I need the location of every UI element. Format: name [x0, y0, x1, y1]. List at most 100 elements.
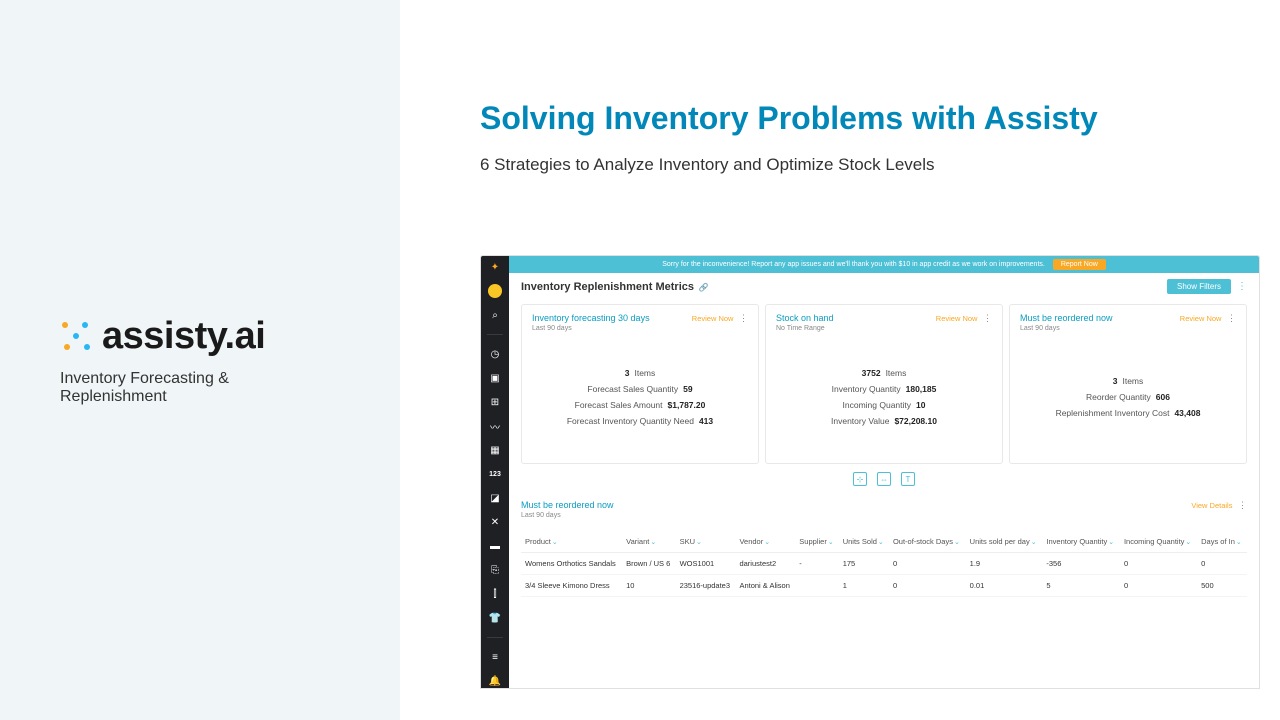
card-title: Stock on hand	[776, 313, 834, 323]
reorder-table-section: Must be reordered now Last 90 days View …	[509, 494, 1259, 603]
card-action-bar: ⊹ ⇔ T	[509, 470, 1259, 494]
stat-row: Forecast Sales Amount$1,787.20	[575, 400, 706, 410]
table-cell	[795, 575, 838, 597]
assisty-logo-icon	[60, 320, 92, 352]
metrics-cards-row: Inventory forecasting 30 days Last 90 da…	[509, 300, 1259, 470]
table-cell: Brown / US 6	[622, 553, 675, 575]
card-subtitle: Last 90 days	[532, 325, 650, 332]
bell-icon[interactable]: 🔔	[488, 674, 502, 688]
card-menu-icon[interactable]: ⋮	[983, 313, 992, 323]
table-cell: -356	[1042, 553, 1120, 575]
card-menu-icon[interactable]: ⋮	[739, 313, 748, 323]
column-header[interactable]: Vendor⌄	[735, 531, 795, 553]
brand-name: assisty.ai	[102, 315, 265, 358]
table-title: Must be reordered now	[521, 500, 614, 510]
column-header[interactable]: SKU⌄	[676, 531, 736, 553]
column-header[interactable]: Inventory Quantity⌄	[1042, 531, 1120, 553]
numbers-icon[interactable]: 123	[488, 467, 502, 481]
page-title: Inventory Replenishment Metrics	[521, 281, 694, 293]
tag-icon[interactable]: ◪	[488, 491, 502, 505]
table-cell: 3/4 Sleeve Kimono Dress	[521, 575, 622, 597]
table-cell: -	[795, 553, 838, 575]
library-icon[interactable]: ▣	[488, 371, 502, 385]
review-now-link[interactable]: Review Now	[936, 314, 978, 323]
review-now-link[interactable]: Review Now	[1180, 314, 1222, 323]
table-cell: 23516-update3	[676, 575, 736, 597]
stat-row: Inventory Value$72,208.10	[831, 416, 937, 426]
hero-left-panel: assisty.ai Inventory Forecasting & Reple…	[0, 0, 400, 720]
table-cell: 0	[1120, 575, 1197, 597]
sidebar-avatar[interactable]	[488, 284, 502, 298]
text-icon[interactable]: T	[901, 472, 915, 486]
review-now-link[interactable]: Review Now	[692, 314, 734, 323]
headline: Solving Inventory Problems with Assisty	[480, 100, 1260, 137]
chart-icon[interactable]: ✕	[488, 515, 502, 529]
table-cell: 0.01	[966, 575, 1043, 597]
adjust-icon[interactable]: ⊹	[853, 472, 867, 486]
export-icon[interactable]: ⎘	[488, 563, 502, 577]
table-cell: 0	[889, 575, 966, 597]
table-cell: dariustest2	[735, 553, 795, 575]
stat-row: 3Items	[625, 368, 656, 378]
subheadline: 6 Strategies to Analyze Inventory and Op…	[480, 155, 1260, 175]
table-cell: 500	[1197, 575, 1247, 597]
clock-icon[interactable]: ◷	[488, 347, 502, 361]
brand-logo: assisty.ai	[60, 315, 265, 358]
table-cell: 0	[1120, 553, 1197, 575]
table-cell: 175	[839, 553, 889, 575]
table-menu-icon[interactable]: ⋮	[1238, 500, 1247, 510]
link-icon[interactable]: 🔗	[699, 283, 709, 292]
table-cell: 1.9	[966, 553, 1043, 575]
stat-row: 3752Items	[862, 368, 907, 378]
trend-icon[interactable]: 〰	[488, 419, 502, 433]
column-header[interactable]: Out-of-stock Days⌄	[889, 531, 966, 553]
table-row[interactable]: Womens Orthotics SandalsBrown / US 6WOS1…	[521, 553, 1247, 575]
reorder-table: Product⌄Variant⌄SKU⌄Vendor⌄Supplier⌄Unit…	[521, 531, 1247, 597]
table-subtitle: Last 90 days	[521, 512, 614, 519]
app-screenshot: ✦ ⌕ ◷ ▣ ⊞ 〰 ▦ 123 ◪ ✕ ▬ ⎘ ⫿ 👕 ≡ 🔔 Sorry …	[480, 255, 1260, 689]
table-cell: 0	[1197, 553, 1247, 575]
grid-icon[interactable]: ⊞	[488, 395, 502, 409]
store-icon[interactable]: ▬	[488, 539, 502, 553]
table-cell: Antoni & Alison	[735, 575, 795, 597]
report-icon[interactable]: ▦	[488, 443, 502, 457]
column-header[interactable]: Supplier⌄	[795, 531, 838, 553]
table-cell: 1	[839, 575, 889, 597]
column-header[interactable]: Variant⌄	[622, 531, 675, 553]
table-cell: 10	[622, 575, 675, 597]
sidebar-logo-icon[interactable]: ✦	[488, 260, 502, 274]
app-sidebar: ✦ ⌕ ◷ ▣ ⊞ 〰 ▦ 123 ◪ ✕ ▬ ⎘ ⫿ 👕 ≡ 🔔	[481, 256, 509, 688]
column-header[interactable]: Incoming Quantity⌄	[1120, 531, 1197, 553]
menu-icon[interactable]: ≡	[488, 650, 502, 664]
metric-card: Must be reordered now Last 90 days Revie…	[1009, 304, 1247, 464]
announcement-banner: Sorry for the inconvenience! Report any …	[509, 256, 1259, 273]
table-cell: Womens Orthotics Sandals	[521, 553, 622, 575]
column-header[interactable]: Product⌄	[521, 531, 622, 553]
stat-row: Forecast Sales Quantity59	[587, 384, 692, 394]
table-cell: 5	[1042, 575, 1120, 597]
stat-row: Incoming Quantity10	[843, 400, 926, 410]
column-header[interactable]: Units sold per day⌄	[966, 531, 1043, 553]
metric-card: Stock on hand No Time Range Review Now ⋮…	[765, 304, 1003, 464]
report-now-button[interactable]: Report Now	[1053, 259, 1106, 270]
card-menu-icon[interactable]: ⋮	[1227, 313, 1236, 323]
brand-tagline: Inventory Forecasting & Replenishment	[60, 370, 340, 406]
view-details-link[interactable]: View Details	[1191, 501, 1232, 510]
table-row[interactable]: 3/4 Sleeve Kimono Dress1023516-update3An…	[521, 575, 1247, 597]
stat-row: Replenishment Inventory Cost43,408	[1056, 408, 1201, 418]
page-menu-icon[interactable]: ⋮	[1237, 281, 1247, 292]
table-cell: WOS1001	[676, 553, 736, 575]
show-filters-button[interactable]: Show Filters	[1167, 279, 1231, 294]
title-bar: Inventory Replenishment Metrics 🔗 Show F…	[509, 273, 1259, 300]
stat-row: 3Items	[1113, 376, 1144, 386]
column-header[interactable]: Days of In⌄	[1197, 531, 1247, 553]
bars-icon[interactable]: ⫿	[488, 587, 502, 601]
stat-row: Inventory Quantity180,185	[832, 384, 937, 394]
resize-icon[interactable]: ⇔	[877, 472, 891, 486]
search-icon[interactable]: ⌕	[488, 308, 502, 322]
metric-card: Inventory forecasting 30 days Last 90 da…	[521, 304, 759, 464]
shirt-icon[interactable]: 👕	[488, 611, 502, 625]
card-title: Inventory forecasting 30 days	[532, 313, 650, 323]
column-header[interactable]: Units Sold⌄	[839, 531, 889, 553]
stat-row: Forecast Inventory Quantity Need413	[567, 416, 713, 426]
